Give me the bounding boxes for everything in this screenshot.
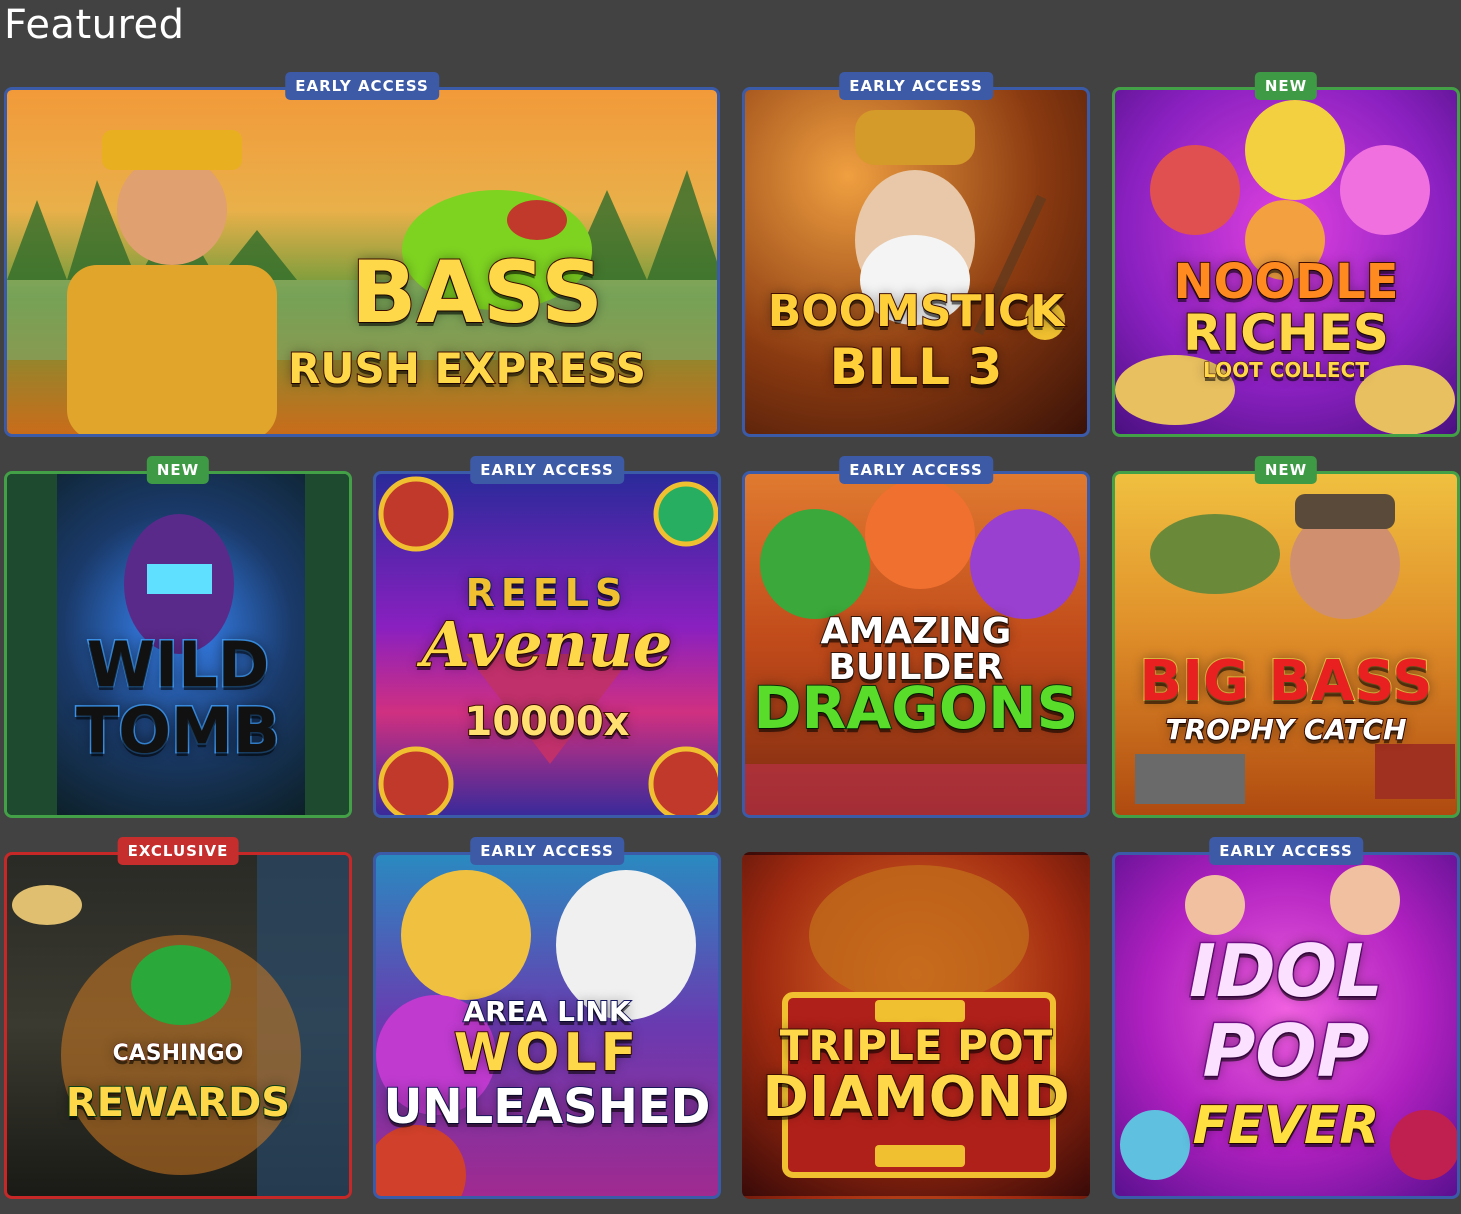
game-tile-triple-pot-diamond[interactable]: TRIPLE POT DIAMOND — [742, 852, 1090, 1199]
game-title-line3: 10000x — [464, 699, 631, 745]
game-tile-boomstick-bill-3[interactable]: BOOMSTICK BILL 3 — [742, 87, 1090, 437]
game-title-line2: RICHES — [1182, 304, 1390, 362]
game-title-line2: POP — [1201, 1009, 1371, 1093]
badge-early-access: EARLY ACCESS — [470, 456, 624, 484]
game-tile-reels-avenue[interactable]: REELS Avenue 10000x — [373, 471, 721, 818]
badge-exclusive: EXCLUSIVE — [117, 837, 239, 865]
game-art — [7, 855, 349, 1196]
game-title-line2: RUSH EXPRESS — [287, 344, 647, 393]
game-tile-idol-pop-fever[interactable]: IDOL POP FEVER — [1112, 852, 1460, 1199]
game-tile-cashingo-rewards[interactable]: CASHINGO REWARDS — [4, 852, 352, 1199]
game-title-line2: DIAMOND — [761, 1065, 1070, 1130]
game-title-line1: IDOL — [1188, 929, 1385, 1013]
game-title-line2: TROPHY CATCH — [1164, 713, 1407, 746]
game-title-line1: WILD — [85, 628, 270, 701]
game-tile-wild-tomb[interactable]: WILD TOMB — [4, 471, 352, 818]
game-title-line3: FEVER — [1192, 1096, 1381, 1156]
game-title-line2: REWARDS — [65, 1080, 291, 1126]
badge-early-access: EARLY ACCESS — [839, 456, 993, 484]
game-title-line1: BIG BASS — [1138, 649, 1433, 714]
game-title-line1: BOOMSTICK — [767, 286, 1066, 337]
badge-new: NEW — [1254, 72, 1318, 100]
badge-new: NEW — [1254, 456, 1318, 484]
game-title-line2: BILL 3 — [829, 338, 1004, 396]
badge-early-access: EARLY ACCESS — [1209, 837, 1363, 865]
badge-early-access: EARLY ACCESS — [839, 72, 993, 100]
game-tile-wolf-unleashed[interactable]: AREA LINK WOLF UNLEASHED — [373, 852, 721, 1199]
game-tile-bass-rush-express[interactable]: BASS RUSH EXPRESS — [4, 87, 720, 437]
badge-early-access: EARLY ACCESS — [285, 72, 439, 100]
game-tile-noodle-riches[interactable]: NOODLE RICHES LOOT COLLECT — [1112, 87, 1460, 437]
game-title-line1: BASS — [350, 243, 604, 343]
game-title-line1: CASHINGO — [112, 1041, 244, 1066]
badge-early-access: EARLY ACCESS — [470, 837, 624, 865]
game-title-line2: Avenue — [421, 608, 674, 681]
game-title-line1: TRIPLE POT — [779, 1021, 1054, 1070]
badge-new: NEW — [146, 456, 210, 484]
game-tile-big-bass-trophy-catch[interactable]: BIG BASS TROPHY CATCH — [1112, 471, 1460, 818]
game-title-line2: WOLF — [453, 1023, 641, 1083]
game-tile-amazing-builder-dragons[interactable]: AMAZING BUILDER DRAGONS — [742, 471, 1090, 818]
game-title-line1: REELS — [465, 571, 629, 615]
game-title-line1: AREA LINK — [462, 995, 631, 1028]
game-title-line2: DRAGONS — [753, 674, 1080, 742]
game-title-line3: UNLEASHED — [382, 1079, 711, 1135]
game-title-line1: NOODLE — [1173, 254, 1400, 310]
game-art — [1115, 474, 1457, 815]
section-title: Featured — [4, 2, 185, 48]
game-title-line3: LOOT COLLECT — [1203, 358, 1370, 382]
game-title-line2: TOMB — [75, 694, 282, 767]
